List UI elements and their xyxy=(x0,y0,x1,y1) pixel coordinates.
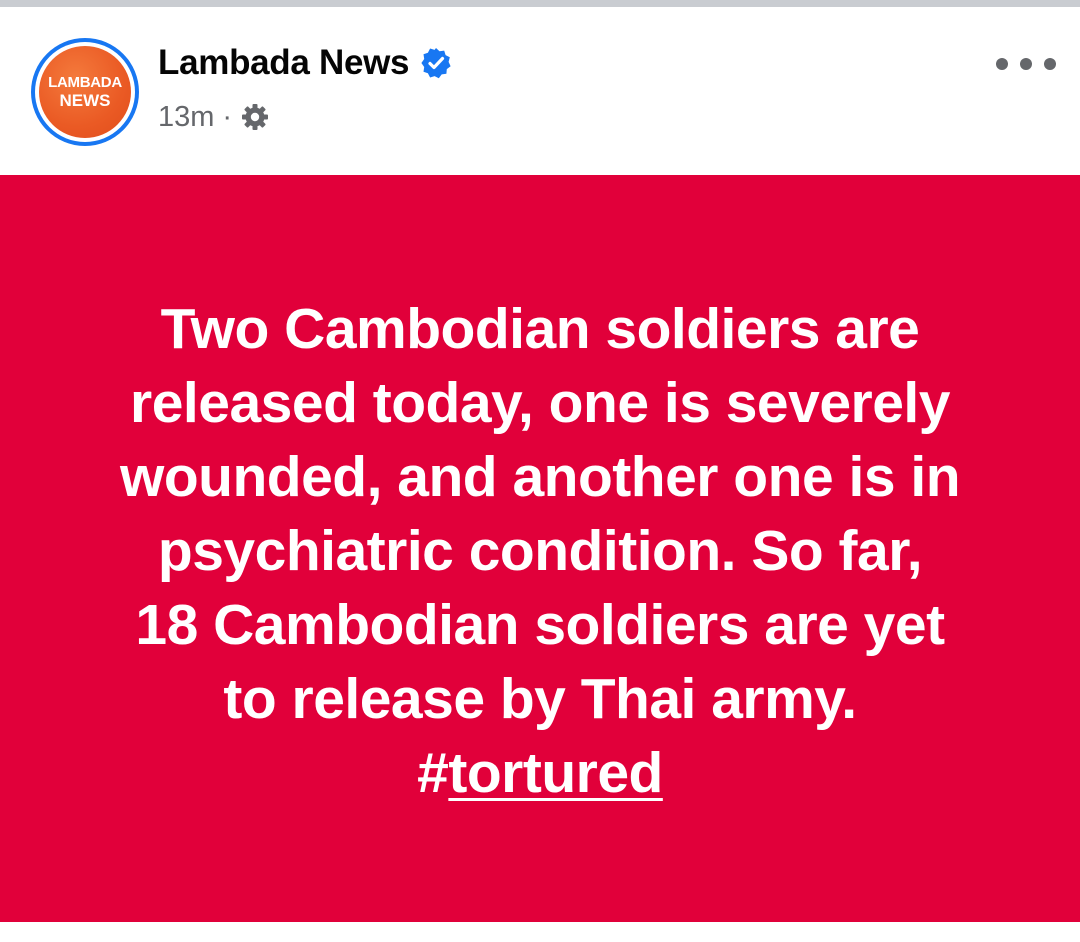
post-text-card: Two Cambodian soldiers are released toda… xyxy=(0,175,1080,922)
logo-text-line2: NEWS xyxy=(59,91,111,110)
post-text-line: Two Cambodian soldiers are xyxy=(160,296,920,361)
gear-icon[interactable] xyxy=(240,102,270,132)
top-divider xyxy=(0,0,1080,7)
page-avatar[interactable]: LAMBADA NEWS xyxy=(31,38,139,146)
page-name-row: Lambada News xyxy=(158,43,453,83)
post-text: Two Cambodian soldiers are released toda… xyxy=(60,292,1020,810)
page-name-link[interactable]: Lambada News xyxy=(158,43,410,83)
meta-separator: · xyxy=(222,100,233,133)
hashtag-prefix: # xyxy=(417,740,449,805)
hashtag-link[interactable]: tortured xyxy=(448,741,663,805)
more-options-button[interactable] xyxy=(996,49,1056,79)
lambada-news-logo: LAMBADA NEWS xyxy=(39,46,131,138)
post-meta: 13m · xyxy=(158,97,270,137)
hashtag-line: #tortured xyxy=(60,736,1020,810)
avatar-ring: LAMBADA NEWS xyxy=(35,42,135,142)
post-text-line: wounded, and another one is in xyxy=(119,444,961,509)
more-horizontal-icon xyxy=(1044,58,1056,70)
post-text-line: 18 Cambodian soldiers are yet xyxy=(135,592,945,657)
post-text-line: released today, one is severely xyxy=(130,370,950,435)
post-header: LAMBADA NEWS Lambada News 13m · xyxy=(0,7,1080,175)
verified-badge-icon xyxy=(419,46,453,80)
bottom-divider xyxy=(0,922,1080,942)
more-horizontal-icon xyxy=(996,58,1008,70)
post-text-line: psychiatric condition. So far, xyxy=(157,518,923,583)
logo-text-line1: LAMBADA xyxy=(48,74,122,91)
post-timestamp[interactable]: 13m xyxy=(158,101,214,134)
post-text-line: to release by Thai army. xyxy=(223,666,857,731)
more-horizontal-icon xyxy=(1020,58,1032,70)
